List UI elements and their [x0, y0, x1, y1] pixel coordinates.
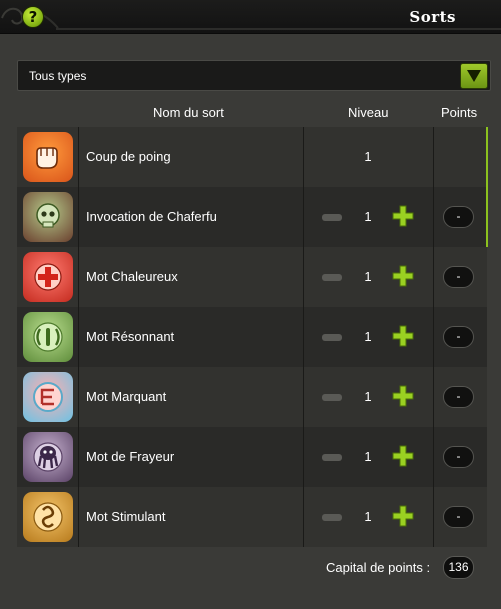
spell-level: 1: [364, 449, 372, 464]
spell-name: Mot Résonnant: [86, 329, 175, 344]
column-divider: [78, 487, 79, 547]
spell-name: Coup de poing: [86, 149, 171, 164]
spell-icon-cell: [17, 427, 78, 487]
decrease-level-button[interactable]: [322, 274, 342, 281]
increase-level-button[interactable]: [392, 205, 414, 227]
column-header-name: Nom du sort: [153, 105, 224, 120]
spell-list: Coup de poing 1 Invocation de Chaferfu 1- Mo…: [17, 127, 491, 547]
spell-icon-cell: [17, 487, 78, 547]
column-divider: [433, 187, 434, 247]
column-divider: [303, 187, 304, 247]
plus-icon: [392, 445, 414, 467]
mark-glyph-icon[interactable]: [23, 372, 73, 422]
column-divider: [78, 127, 79, 187]
spell-icon-cell: [17, 187, 78, 247]
decrease-level-button[interactable]: [322, 454, 342, 461]
column-divider: [78, 307, 79, 367]
window-title: Sorts: [409, 8, 456, 26]
spell-icon-cell: [17, 127, 78, 187]
stimulant-rune-icon[interactable]: [23, 492, 73, 542]
column-divider: [303, 127, 304, 187]
spell-points: -: [443, 206, 474, 228]
increase-level-button[interactable]: [392, 325, 414, 347]
spell-name: Mot de Frayeur: [86, 449, 175, 464]
decrease-level-button[interactable]: [322, 394, 342, 401]
plus-icon: [392, 325, 414, 347]
spell-level: 1: [364, 209, 372, 224]
decrease-level-button[interactable]: [322, 514, 342, 521]
spell-level: 1: [364, 389, 372, 404]
column-divider: [78, 247, 79, 307]
spell-level: 1: [364, 509, 372, 524]
increase-level-button[interactable]: [392, 445, 414, 467]
spell-row[interactable]: Invocation de Chaferfu 1 -: [17, 187, 487, 247]
decrease-level-button[interactable]: [322, 334, 342, 341]
column-divider: [433, 367, 434, 427]
column-header-points: Points: [441, 105, 478, 120]
spell-row[interactable]: Mot Résonnant 1 -: [17, 307, 487, 367]
spell-row[interactable]: Coup de poing 1: [17, 127, 487, 187]
column-divider: [78, 367, 79, 427]
spell-points: -: [443, 386, 474, 408]
plus-icon: [392, 385, 414, 407]
spell-level: 1: [364, 149, 372, 164]
heal-cross-icon[interactable]: [23, 252, 73, 302]
filter-selected-value: Tous types: [29, 69, 87, 83]
column-divider: [433, 247, 434, 307]
help-button[interactable]: ?: [22, 6, 44, 28]
increase-level-button[interactable]: [392, 265, 414, 287]
column-divider: [303, 307, 304, 367]
spell-row[interactable]: Mot de Frayeur 1 -: [17, 427, 487, 487]
plus-icon: [392, 505, 414, 527]
spell-points: -: [443, 446, 474, 468]
increase-level-button[interactable]: [392, 505, 414, 527]
spell-name: Mot Chaleureux: [86, 269, 178, 284]
spell-points: -: [443, 326, 474, 348]
spell-level: 1: [364, 269, 372, 284]
column-divider: [433, 487, 434, 547]
capital-label: Capital de points :: [326, 560, 431, 575]
plus-icon: [392, 205, 414, 227]
spell-row[interactable]: Mot Stimulant 1 -: [17, 487, 487, 547]
column-divider: [433, 307, 434, 367]
spell-name: Mot Stimulant: [86, 509, 166, 524]
spell-icon-cell: [17, 367, 78, 427]
decrease-level-button[interactable]: [322, 214, 342, 221]
spell-name: Mot Marquant: [86, 389, 167, 404]
spell-icon-cell: [17, 247, 78, 307]
column-divider: [303, 367, 304, 427]
spell-icon-cell: [17, 307, 78, 367]
title-bar: ? Sorts: [0, 0, 501, 34]
fear-creature-icon[interactable]: [23, 432, 73, 482]
spell-row[interactable]: Mot Marquant 1 -: [17, 367, 487, 427]
column-divider: [433, 127, 434, 187]
table-header: Nom du sort Niveau Points: [17, 97, 491, 127]
column-divider: [303, 247, 304, 307]
type-filter-dropdown[interactable]: Tous types: [17, 60, 491, 91]
column-divider: [78, 427, 79, 487]
triangle-down-icon: [467, 70, 481, 82]
fist-icon[interactable]: [23, 132, 73, 182]
title-divider: [56, 28, 501, 30]
spell-level: 1: [364, 329, 372, 344]
column-divider: [433, 427, 434, 487]
spell-row[interactable]: Mot Chaleureux 1 -: [17, 247, 487, 307]
column-divider: [303, 487, 304, 547]
dropdown-toggle-button[interactable]: [460, 63, 488, 89]
capital-value: 136: [443, 556, 474, 579]
spell-points: -: [443, 506, 474, 528]
column-divider: [78, 187, 79, 247]
spell-name: Invocation de Chaferfu: [86, 209, 217, 224]
column-header-level: Niveau: [348, 105, 389, 120]
column-divider: [303, 427, 304, 487]
spell-points: -: [443, 266, 474, 288]
skull-summon-icon[interactable]: [23, 192, 73, 242]
help-label: ?: [28, 8, 38, 26]
scrollbar[interactable]: [486, 127, 488, 247]
plus-icon: [392, 265, 414, 287]
increase-level-button[interactable]: [392, 385, 414, 407]
sound-wave-icon[interactable]: [23, 312, 73, 362]
